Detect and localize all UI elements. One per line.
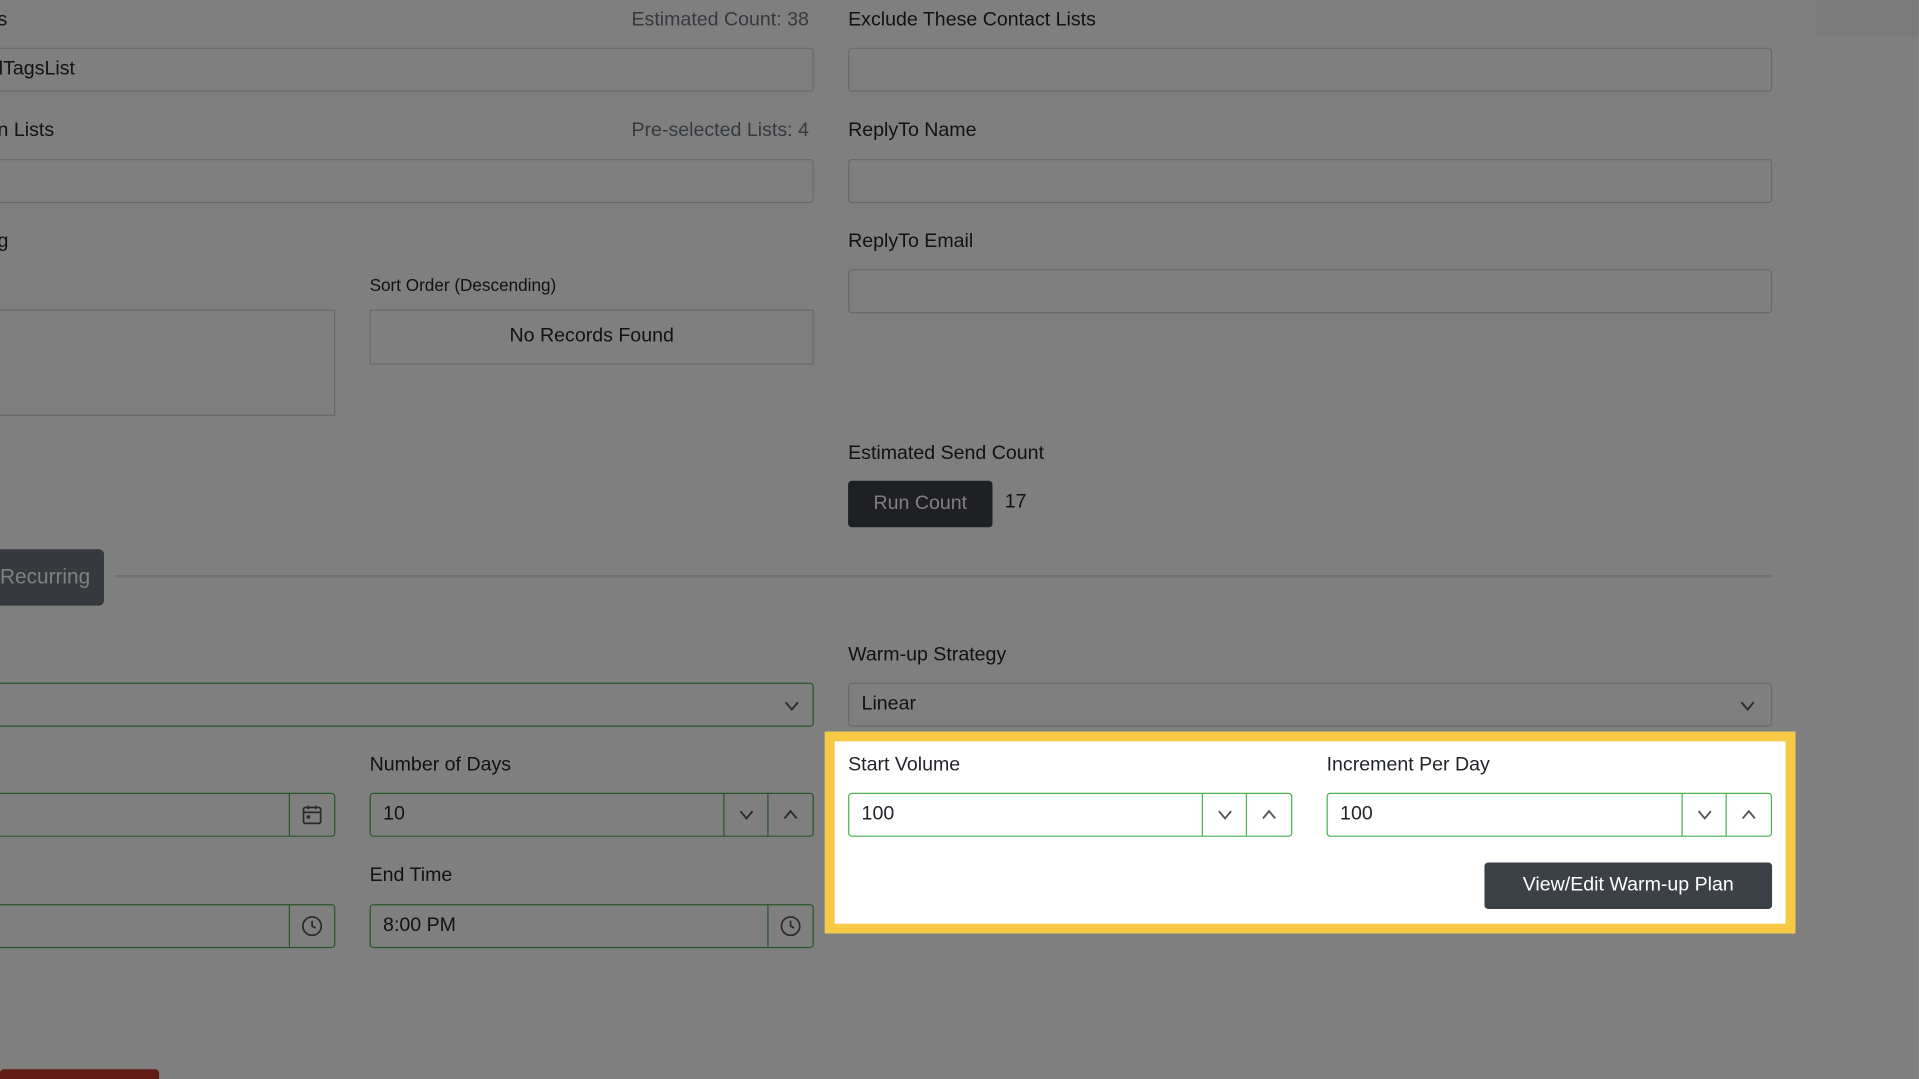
increment-start-volume-button[interactable] [1245, 793, 1291, 836]
start-date-input[interactable] [0, 792, 336, 837]
delete-button[interactable] [0, 1069, 160, 1079]
sorting-label: g [0, 231, 8, 253]
sort-order-listbox[interactable]: No Records Found [369, 309, 814, 365]
increment-per-day-value: 100 [1340, 803, 1373, 825]
scaled-canvas: s Estimated Count: 38 lTagsList n Lists … [0, 0, 1919, 1079]
increment-per-day-label: Increment Per Day [1326, 754, 1490, 776]
chevron-down-icon [1739, 697, 1756, 714]
calendar-icon [301, 804, 323, 826]
replyto-name-input[interactable] [848, 159, 1773, 204]
tab-recurring[interactable]: Recurring [0, 549, 105, 606]
chevron-up-icon [782, 806, 799, 823]
replyto-name-label: ReplyTo Name [848, 119, 977, 141]
estimated-send-label: Estimated Send Count [848, 442, 1045, 464]
tags-label: s [0, 10, 7, 32]
view-edit-warmup-plan-button[interactable]: View/Edit Warm-up Plan [1484, 862, 1773, 909]
end-time-label: End Time [369, 864, 453, 886]
chevron-down-icon [738, 806, 755, 823]
decrement-increment-button[interactable] [1681, 793, 1727, 836]
tags-input-value: lTagsList [0, 58, 75, 80]
no-records-text: No Records Found [509, 325, 674, 347]
lists-input[interactable] [0, 159, 814, 204]
replyto-email-label: ReplyTo Email [848, 231, 974, 253]
estimated-count: Estimated Count: 38 [631, 9, 809, 31]
send-count-value: 17 [1004, 491, 1027, 513]
chevron-down-icon [783, 697, 800, 714]
warmup-strategy-label: Warm-up Strategy [848, 644, 1007, 666]
start-time-clock-button[interactable] [288, 905, 334, 947]
number-of-days-stepper[interactable]: 10 [369, 792, 814, 837]
start-volume-value: 100 [861, 803, 895, 825]
number-of-days-label: Number of Days [369, 754, 512, 776]
chevron-up-icon [1740, 806, 1757, 823]
schedule-select[interactable] [0, 682, 814, 727]
top-right-panel [1816, 0, 1919, 37]
start-volume-stepper[interactable]: 100 [848, 792, 1293, 837]
increment-increment-button[interactable] [1725, 793, 1771, 836]
decrement-days-button[interactable] [723, 793, 768, 836]
warmup-strategy-value: Linear [861, 693, 916, 715]
exclude-lists-label: Exclude These Contact Lists [848, 9, 1096, 31]
start-time-input[interactable] [0, 904, 336, 949]
end-time-value: 8:00 PM [383, 915, 456, 936]
number-of-days-value: 10 [383, 803, 405, 825]
replyto-email-input[interactable] [848, 269, 1773, 314]
run-count-button[interactable]: Run Count [848, 480, 993, 528]
exclude-lists-input[interactable] [848, 47, 1773, 92]
start-volume-label: Start Volume [848, 754, 961, 776]
end-time-input[interactable]: 8:00 PM [369, 904, 814, 949]
increment-days-button[interactable] [767, 793, 812, 836]
decrement-start-volume-button[interactable] [1201, 793, 1247, 836]
chevron-down-icon [1216, 806, 1233, 823]
calendar-button[interactable] [288, 793, 334, 836]
tags-input[interactable]: lTagsList [0, 47, 814, 92]
lists-label: n Lists [0, 119, 55, 141]
chevron-down-icon [1696, 806, 1713, 823]
clock-icon [780, 915, 802, 937]
increment-per-day-stepper[interactable]: 100 [1326, 792, 1773, 837]
screen: s Estimated Count: 38 lTagsList n Lists … [0, 0, 1919, 1079]
preselected-lists-count: Pre-selected Lists: 4 [631, 119, 809, 141]
sort-order-label: Sort Order (Descending) [369, 275, 557, 295]
clock-icon [301, 915, 323, 937]
chevron-up-icon [1261, 806, 1278, 823]
end-time-clock-button[interactable] [767, 905, 812, 947]
sort-fields-listbox[interactable] [0, 309, 336, 416]
warmup-strategy-select[interactable]: Linear [848, 682, 1773, 727]
section-divider [115, 574, 1773, 578]
tab-recurring-label: Recurring [0, 565, 91, 589]
